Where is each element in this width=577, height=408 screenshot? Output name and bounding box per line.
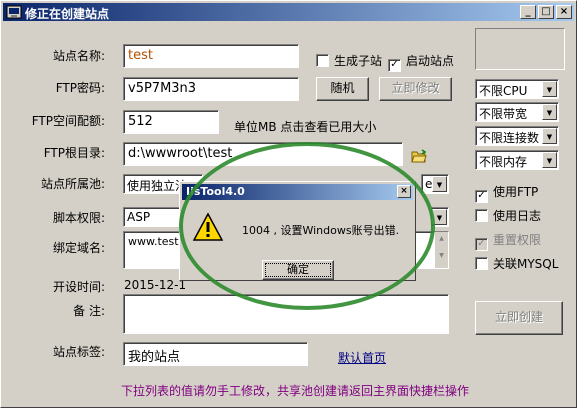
chevron-down-icon[interactable]: ▼ [542,128,557,144]
ftp-quota-label: FTP空间配额: [31,114,105,128]
script-perm-select-tail[interactable]: ▼ [431,207,449,227]
bind-domain-scrollbar[interactable]: ▲ ▼ [434,232,448,268]
chevron-down-icon[interactable]: ▼ [432,209,447,225]
use-ftp-box[interactable]: ✓ [475,190,488,203]
remark-textarea[interactable] [123,294,449,334]
script-perm-label: 脚本权限: [52,211,105,225]
link-mysql-box[interactable] [475,257,488,270]
dialog-title-bar: IisTool4.0 × [182,184,413,200]
cpu-limit-value: 不限CPU [479,84,528,98]
bandwidth-limit-value: 不限带宽 [479,107,528,121]
use-ftp-label: 使用FTP [493,185,539,199]
random-button[interactable]: 随机 [316,77,369,101]
create-subsite-checkbox[interactable]: 生成子站 [316,52,382,69]
ok-button[interactable]: 确定 [262,260,334,280]
error-dialog: IisTool4.0 × 1004 , 设置Windows账号出错. 确定 [179,181,416,281]
window-title: 修正在创建站点 [25,7,110,21]
site-pool-select-2[interactable]: e ▼ [421,174,449,194]
link-mysql-label: 关联MYSQL [493,257,559,271]
use-log-checkbox[interactable]: 使用日志 [475,207,541,224]
scroll-down-icon[interactable]: ▼ [435,246,448,266]
cpu-limit-select[interactable]: 不限CPU ▼ [475,79,559,99]
memory-limit-select[interactable]: 不限内存 ▼ [475,150,559,170]
scroll-up-icon[interactable]: ▲ [435,232,448,246]
app-icon [6,5,22,19]
link-mysql-checkbox[interactable]: 关联MYSQL [475,255,558,272]
site-name-label: 站点名称: [52,49,105,63]
create-subsite-box[interactable] [316,54,329,67]
connection-limit-value: 不限连接数 [479,131,540,145]
open-time-label: 开设时间: [52,280,105,294]
quota-hint-link[interactable]: 单位MB 点击查看已用大小 [234,118,376,135]
use-log-box[interactable] [475,209,488,222]
close-icon[interactable]: × [556,5,572,19]
folder-open-icon[interactable] [411,149,427,163]
remark-label: 备 注: [73,304,105,318]
reset-perm-box[interactable]: ✓ [475,238,488,251]
enable-site-checkbox[interactable]: ✓ 启动站点 [388,52,454,72]
chevron-down-icon[interactable]: ▼ [542,81,557,97]
warning-icon [192,212,224,241]
site-name-input[interactable]: test [123,44,299,68]
site-tag-input[interactable]: 我的站点 [123,342,308,366]
ftp-password-label: FTP密码: [55,81,105,95]
title-bar: 修正在创建站点 _ □ × [3,3,574,21]
create-site-window: 修正在创建站点 _ □ × 站点名称: test 生成子站 ✓ 启动站点 FTP密… [0,0,577,408]
create-now-button[interactable]: 立即创建 [475,301,563,335]
bottom-hint: 下拉列表的值请勿手工修改，共享池创建请返回主界面快捷栏操作 [121,384,470,398]
bind-domain-label: 绑定域名: [52,241,105,255]
chevron-down-icon[interactable]: ▼ [542,152,557,168]
dialog-close-icon[interactable]: × [397,185,411,198]
chevron-down-icon[interactable]: ▼ [542,104,557,120]
enable-site-box[interactable]: ✓ [388,59,401,72]
memory-limit-value: 不限内存 [479,155,528,169]
use-ftp-checkbox[interactable]: ✓ 使用FTP [475,183,538,203]
connection-limit-select[interactable]: 不限连接数 ▼ [475,126,559,146]
dialog-title: IisTool4.0 [186,185,245,198]
use-log-label: 使用日志 [493,209,542,223]
default-home-link[interactable]: 默认首页 [338,349,386,366]
chevron-down-icon[interactable]: ▼ [432,176,447,192]
script-perm-value: ASP [127,210,151,224]
enable-site-label: 启动站点 [406,54,455,68]
ftp-root-label: FTP根目录: [43,146,105,160]
minimize-icon[interactable]: _ [520,5,536,19]
site-pool-label: 站点所属池: [40,177,105,191]
ftp-root-input[interactable]: d:\wwwroot\test [123,142,403,166]
site-tag-label: 站点标签: [52,345,105,359]
maximize-icon[interactable]: □ [538,5,554,19]
ftp-quota-input[interactable]: 512 [123,110,219,134]
reset-perm-label: 重置权限 [493,233,542,247]
preview-box [475,28,565,70]
create-subsite-label: 生成子站 [334,54,383,68]
modify-now-button[interactable]: 立即修改 [379,77,452,101]
reset-perm-checkbox[interactable]: ✓ 重置权限 [475,231,541,251]
site-pool-value: 使用独立池 [127,179,188,193]
bandwidth-limit-select[interactable]: 不限带宽 ▼ [475,102,559,122]
dialog-message: 1004 , 设置Windows账号出错. [242,224,400,237]
ftp-password-input[interactable]: v5P7M3n3 [123,77,299,101]
open-time-value: 2015-12-1 [124,278,187,292]
